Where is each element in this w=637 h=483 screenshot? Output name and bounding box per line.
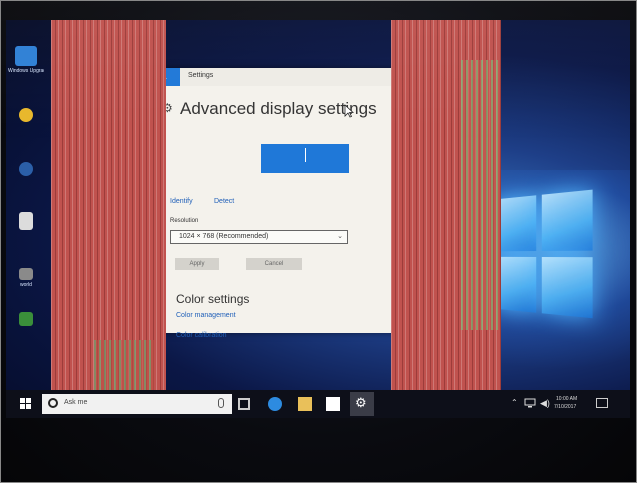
windows-start-icon[interactable] bbox=[20, 398, 31, 409]
desktop-icon-document[interactable] bbox=[8, 212, 44, 252]
search-placeholder: Ask me bbox=[64, 399, 88, 406]
task-view-icon[interactable] bbox=[238, 398, 250, 410]
clock-time[interactable]: 10:00 AM bbox=[556, 396, 577, 402]
cancel-button[interactable]: Cancel bbox=[246, 258, 302, 270]
desktop-icon-app[interactable] bbox=[8, 312, 44, 352]
taskbar: Ask me ⚙ ⌃ ◀) 10:00 AM 7/10/2017 bbox=[6, 390, 630, 418]
identify-link[interactable]: Identify bbox=[170, 198, 193, 205]
store-icon[interactable] bbox=[326, 397, 340, 411]
settings-taskbar-button[interactable]: ⚙ bbox=[350, 392, 374, 416]
desktop-icon-windows-upgrade[interactable]: Windows Upgrad bbox=[8, 46, 44, 86]
apply-button[interactable]: Apply bbox=[175, 258, 219, 270]
display-artifact-green-patch bbox=[461, 60, 499, 330]
photo-frame: Windows Upgrad world ← Settings ⚙ Advanc… bbox=[0, 0, 637, 483]
disc-app-icon bbox=[19, 162, 33, 176]
taskbar-search-box[interactable]: Ask me bbox=[42, 394, 232, 414]
document-icon bbox=[19, 212, 33, 230]
resolution-select[interactable]: 1024 × 768 (Recommended) ⌄ bbox=[170, 230, 348, 244]
resolution-label: Resolution bbox=[170, 218, 199, 224]
network-icon[interactable] bbox=[524, 398, 536, 408]
volume-icon[interactable]: ◀) bbox=[540, 398, 550, 409]
desktop-icon-label: world bbox=[20, 282, 32, 288]
desktop-icon-network[interactable]: world bbox=[8, 268, 44, 308]
color-calibration-link[interactable]: Color calibration bbox=[176, 332, 227, 339]
file-explorer-icon[interactable] bbox=[298, 397, 312, 411]
action-center-icon[interactable] bbox=[596, 398, 608, 408]
monitor-divider bbox=[305, 148, 306, 162]
clock-date[interactable]: 7/10/2017 bbox=[554, 404, 576, 410]
yellow-app-icon bbox=[19, 108, 33, 122]
chevron-up-icon[interactable]: ⌃ bbox=[511, 398, 518, 407]
resolution-value: 1024 × 768 (Recommended) bbox=[179, 233, 269, 240]
desktop-screen: Windows Upgrad world ← Settings ⚙ Advanc… bbox=[6, 20, 630, 418]
edge-browser-icon[interactable] bbox=[268, 397, 282, 411]
logo-pane bbox=[541, 189, 593, 251]
title-bar: ← Settings bbox=[148, 68, 398, 86]
desktop-icon-app[interactable] bbox=[8, 108, 44, 148]
desktop-icon-label: Windows Upgrad bbox=[8, 68, 44, 74]
green-app-icon bbox=[19, 312, 33, 326]
monitor-preview[interactable] bbox=[261, 144, 349, 173]
color-settings-heading: Color settings bbox=[176, 292, 250, 306]
windows-wallpaper-logo bbox=[493, 189, 593, 321]
desktop-icon-app[interactable] bbox=[8, 162, 44, 202]
cortana-icon bbox=[48, 398, 58, 408]
chevron-down-icon: ⌄ bbox=[337, 233, 343, 240]
window-title: Settings bbox=[188, 72, 214, 79]
gear-icon: ⚙ bbox=[355, 395, 367, 410]
logo-pane bbox=[541, 257, 593, 319]
microphone-icon[interactable] bbox=[218, 398, 224, 408]
color-management-link[interactable]: Color management bbox=[176, 312, 236, 319]
settings-window: ← Settings ⚙ Advanced display settings I… bbox=[148, 68, 398, 339]
mouse-cursor-icon bbox=[344, 104, 354, 118]
network-app-icon bbox=[19, 268, 33, 280]
windows-icon bbox=[15, 46, 37, 66]
detect-link[interactable]: Detect bbox=[214, 198, 234, 205]
